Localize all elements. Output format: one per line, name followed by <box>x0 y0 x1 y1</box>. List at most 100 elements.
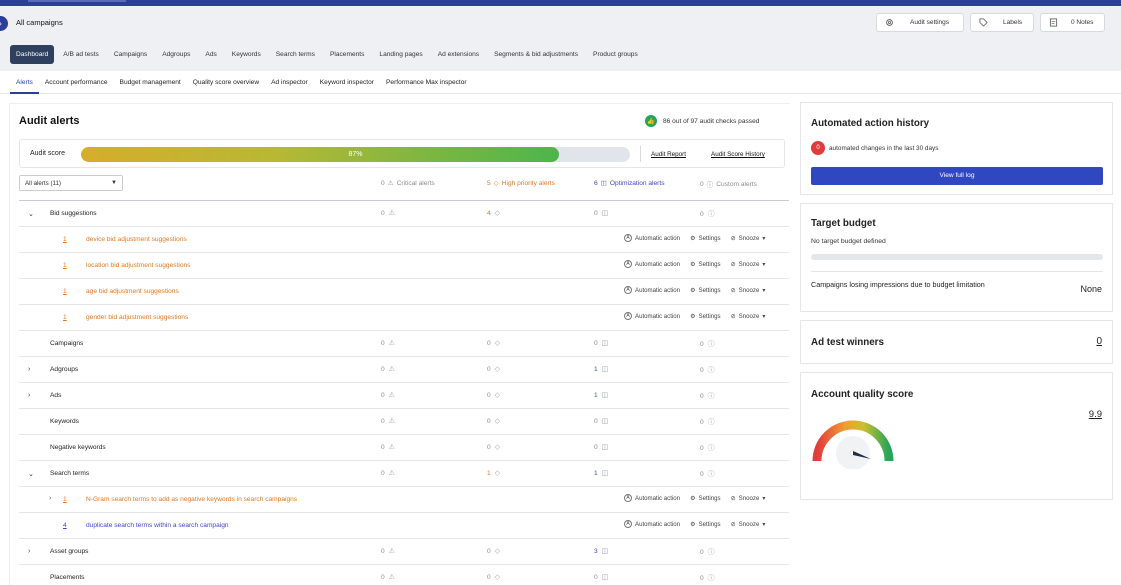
nav-placements[interactable]: Placements <box>324 45 370 64</box>
snooze-button[interactable]: ⊘ Snooze ▾ <box>731 521 766 528</box>
nav-segments[interactable]: Segments & bid adjustments <box>488 45 584 64</box>
alert-count-cell[interactable]: 0 ⓘ <box>700 573 715 583</box>
alert-count-cell[interactable]: 1 ◫ <box>594 391 608 400</box>
alert-name[interactable]: N-Gram search terms to add as negative k… <box>86 496 297 503</box>
table-row[interactable]: 1 age bid adjustment suggestions A Automati… <box>19 278 789 304</box>
alert-count-cell[interactable]: 4 ◇ <box>487 209 500 218</box>
labels-button[interactable]: Labels <box>970 13 1034 32</box>
alert-count-link[interactable]: 4 <box>63 522 67 529</box>
snooze-button[interactable]: ⊘ Snooze ▾ <box>731 287 766 294</box>
nav-ads[interactable]: Ads <box>199 45 222 64</box>
alert-count-cell[interactable]: 0 ⓘ <box>700 469 715 479</box>
alert-name[interactable]: duplicate search terms within a search c… <box>86 522 229 529</box>
alert-count-cell[interactable]: 0 ⚠ <box>381 365 395 374</box>
alert-count-cell[interactable]: 1 ◇ <box>487 469 500 478</box>
table-row[interactable]: ⌄ Bid suggestions 0 ⚠ 4 ◇ 0 ◫ 0 ⓘ <box>19 200 789 226</box>
table-row[interactable]: Negative keywords 0 ⚠ 0 ◇ 0 ◫ 0 ⓘ <box>19 434 789 460</box>
snooze-button[interactable]: ⊘ Snooze ▾ <box>731 261 766 268</box>
alert-count-cell[interactable]: 0 ◇ <box>487 443 500 452</box>
alert-filter-select[interactable]: All alerts (11) ▼ <box>19 175 123 191</box>
alert-count-cell[interactable]: 0 ⓘ <box>700 443 715 453</box>
alert-count-link[interactable]: 1 <box>63 262 67 269</box>
alert-count-cell[interactable]: 0 ◇ <box>487 547 500 556</box>
high-priority-alerts-filter[interactable]: 5 ◇ High priority alerts <box>487 179 555 188</box>
nav-campaigns[interactable]: Campaigns <box>108 45 153 64</box>
tab-pmax-inspector[interactable]: Performance Max inspector <box>380 71 473 94</box>
view-full-log-button[interactable]: View full log <box>811 167 1103 185</box>
tab-keyword-inspector[interactable]: Keyword inspector <box>314 71 380 94</box>
nav-landing-pages[interactable]: Landing pages <box>373 45 428 64</box>
chevron-right-icon[interactable]: › <box>28 392 30 399</box>
table-row[interactable]: 1 location bid adjustment suggestions A Aut… <box>19 252 789 278</box>
alert-count-cell[interactable]: 0 ⚠ <box>381 417 395 426</box>
alert-name[interactable]: gender bid adjustment suggestions <box>86 314 188 321</box>
alert-count-cell[interactable]: 0 ⚠ <box>381 547 395 556</box>
chevron-right-icon[interactable]: › <box>49 495 51 502</box>
tab-alerts[interactable]: Alerts <box>10 71 39 94</box>
alert-count-link[interactable]: 1 <box>63 496 67 503</box>
nav-product-groups[interactable]: Product groups <box>587 45 644 64</box>
snooze-button[interactable]: ⊘ Snooze ▾ <box>731 235 766 242</box>
alert-name[interactable]: device bid adjustment suggestions <box>86 236 187 243</box>
snooze-button[interactable]: ⊘ Snooze ▾ <box>731 495 766 502</box>
alert-name[interactable]: location bid adjustment suggestions <box>86 262 190 269</box>
alert-count-cell[interactable]: 0 ◫ <box>594 417 608 426</box>
table-row[interactable]: Placements 0 ⚠ 0 ◇ 0 ◫ 0 ⓘ <box>19 564 789 585</box>
alert-count-cell[interactable]: 0 ◇ <box>487 339 500 348</box>
automatic-action-button[interactable]: A Automatic action <box>624 520 680 528</box>
table-row[interactable]: › Adgroups 0 ⚠ 0 ◇ 1 ◫ 0 ⓘ <box>19 356 789 382</box>
alert-count-cell[interactable]: 1 ◫ <box>594 469 608 478</box>
alert-count-cell[interactable]: 0 ⚠ <box>381 339 395 348</box>
settings-button[interactable]: ⚙ Settings <box>690 287 721 294</box>
nav-keywords[interactable]: Keywords <box>226 45 267 64</box>
alert-count-cell[interactable]: 0 ⚠ <box>381 443 395 452</box>
custom-alerts-filter[interactable]: 0 ⓘ Custom alerts <box>700 179 757 190</box>
automatic-action-button[interactable]: A Automatic action <box>624 234 680 242</box>
alert-count-cell[interactable]: 0 ⓘ <box>700 339 715 349</box>
critical-alerts-filter[interactable]: 0 ⚠ Critical alerts <box>381 179 435 188</box>
alert-count-cell[interactable]: 0 ◫ <box>594 209 608 218</box>
audit-score-history-link[interactable]: Audit Score History <box>711 151 765 158</box>
table-row[interactable]: 1 gender bid adjustment suggestions A Autom… <box>19 304 789 330</box>
alert-count-link[interactable]: 1 <box>63 314 67 321</box>
alert-count-cell[interactable]: 0 ⓘ <box>700 209 715 219</box>
settings-button[interactable]: ⚙ Settings <box>690 495 721 502</box>
alert-count-cell[interactable]: 0 ⚠ <box>381 573 395 582</box>
alert-count-cell[interactable]: 0 ⓘ <box>700 365 715 375</box>
chevron-right-icon[interactable]: › <box>28 366 30 373</box>
alert-count-cell[interactable]: 0 ◇ <box>487 417 500 426</box>
table-row[interactable]: 1 device bid adjustment suggestions A Autom… <box>19 226 789 252</box>
nav-ab-ad-tests[interactable]: A/B ad tests <box>57 45 105 64</box>
alert-count-cell[interactable]: 0 ⓘ <box>700 417 715 427</box>
alert-count-cell[interactable]: 0 ⚠ <box>381 209 395 218</box>
tab-ad-inspector[interactable]: Ad inspector <box>265 71 314 94</box>
quality-score-value[interactable]: 9.9 <box>1089 409 1102 420</box>
automatic-action-button[interactable]: A Automatic action <box>624 260 680 268</box>
notes-button[interactable]: 0 Notes <box>1040 13 1105 32</box>
back-arrow-icon[interactable]: › <box>0 16 8 31</box>
table-row[interactable]: Keywords 0 ⚠ 0 ◇ 0 ◫ 0 ⓘ <box>19 408 789 434</box>
table-row[interactable]: › Ads 0 ⚠ 0 ◇ 1 ◫ 0 ⓘ <box>19 382 789 408</box>
audit-report-link[interactable]: Audit Report <box>651 151 686 158</box>
alert-count-cell[interactable]: 0 ⓘ <box>700 391 715 401</box>
alert-count-cell[interactable]: 0 ⚠ <box>381 469 395 478</box>
table-row[interactable]: ⌄ Search terms 0 ⚠ 1 ◇ 1 ◫ 0 ⓘ <box>19 460 789 486</box>
alert-name[interactable]: age bid adjustment suggestions <box>86 288 179 295</box>
alert-count-cell[interactable]: 0 ◫ <box>594 573 608 582</box>
alert-count-cell[interactable]: 0 ◇ <box>487 365 500 374</box>
settings-button[interactable]: ⚙ Settings <box>690 261 721 268</box>
table-row[interactable]: › 1 N-Gram search terms to add as negative… <box>19 486 789 512</box>
alert-count-cell[interactable]: 0 ⚠ <box>381 391 395 400</box>
table-row[interactable]: 4 duplicate search terms within a search … <box>19 512 789 538</box>
alert-count-cell[interactable]: 1 ◫ <box>594 365 608 374</box>
tab-budget-management[interactable]: Budget management <box>114 71 187 94</box>
settings-button[interactable]: ⚙ Settings <box>690 235 721 242</box>
tab-account-performance[interactable]: Account performance <box>39 71 114 94</box>
alert-count-cell[interactable]: 0 ◫ <box>594 443 608 452</box>
alert-count-cell[interactable]: 0 ◫ <box>594 339 608 348</box>
table-row[interactable]: › Asset groups 0 ⚠ 0 ◇ 3 ◫ 0 ⓘ <box>19 538 789 564</box>
audit-settings-button[interactable]: Audit settings <box>876 13 964 32</box>
alert-count-link[interactable]: 1 <box>63 236 67 243</box>
alert-count-cell[interactable]: 0 ◇ <box>487 391 500 400</box>
tab-quality-score-overview[interactable]: Quality score overview <box>187 71 265 94</box>
